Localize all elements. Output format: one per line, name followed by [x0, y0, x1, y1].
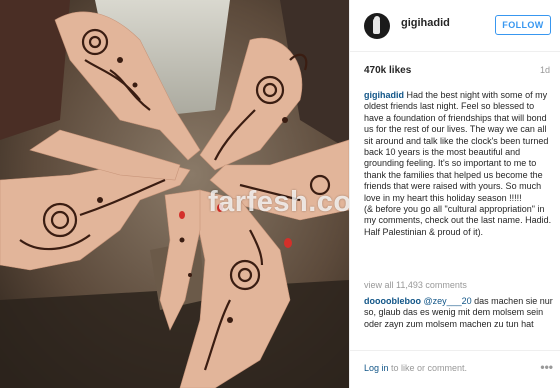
post-caption: gigihadid Had the best night with some o… — [364, 90, 554, 238]
view-all-comments-link[interactable]: view all 11,493 comments — [364, 280, 467, 290]
comment-item: doooobleboo @zey___20 das machen sie nur… — [364, 296, 554, 330]
post-side-panel: gigihadid FOLLOW 470k likes 1d gigihadid… — [349, 0, 560, 388]
watermark-text: farfesh.com — [208, 186, 349, 218]
post-stats: 470k likes 1d — [350, 52, 560, 82]
login-link[interactable]: Log in — [364, 363, 389, 373]
caption-text: Had the best night with some of my oldes… — [364, 90, 552, 237]
comment-username[interactable]: doooobleboo — [364, 296, 421, 306]
post-age[interactable]: 1d — [540, 65, 550, 75]
header-username[interactable]: gigihadid — [401, 17, 450, 29]
post-footer: Log in to like or comment. ••• — [350, 350, 560, 388]
login-prompt-text: to like or comment. — [388, 363, 468, 373]
post-photo[interactable]: farfesh.com — [0, 0, 349, 388]
likes-count[interactable]: 470k likes — [364, 65, 411, 76]
follow-button[interactable]: FOLLOW — [495, 15, 551, 35]
avatar-figure-shape — [373, 18, 380, 34]
more-options-icon[interactable]: ••• — [540, 361, 553, 373]
instagram-post: farfesh.com gigihadid FOLLOW 470k likes … — [0, 0, 560, 388]
login-prompt: Log in to like or comment. — [364, 363, 467, 373]
caption-username[interactable]: gigihadid — [364, 90, 404, 100]
avatar[interactable] — [364, 13, 390, 39]
comment-mention[interactable]: @zey___20 — [424, 296, 472, 306]
post-header: gigihadid FOLLOW — [350, 0, 560, 52]
